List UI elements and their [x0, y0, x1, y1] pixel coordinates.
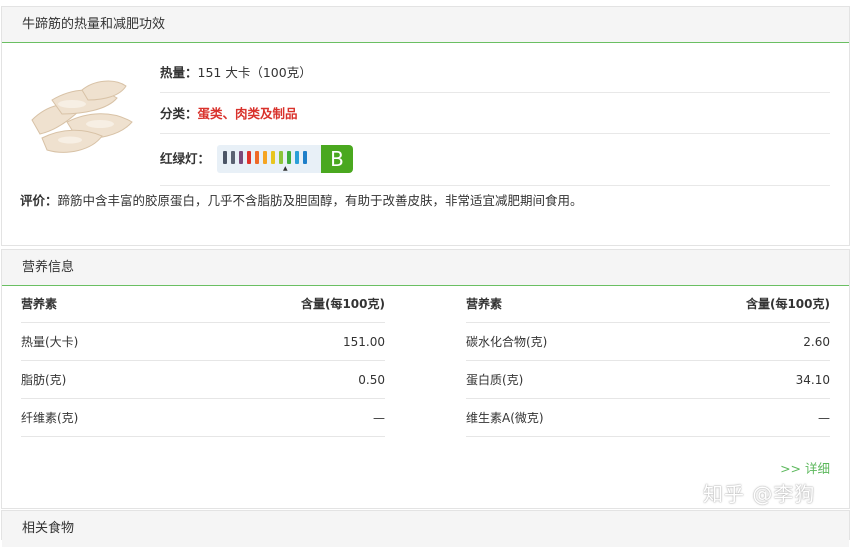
nutrition-panel-title: 营养信息: [2, 250, 849, 286]
related-foods-panel: 相关食物: [1, 510, 850, 547]
more-details-link[interactable]: >> 详细: [780, 458, 830, 477]
nutrient-name: 蛋白质(克): [466, 373, 524, 387]
category-label: 分类：: [160, 106, 198, 121]
calorie-row: 热量：151 大卡（100克）: [160, 53, 830, 93]
review-text: 蹄筋中含丰富的胶原蛋白，几乎不含脂肪及胆固醇，有助于改善皮肤，非常适宜减肥期间食…: [57, 193, 583, 208]
meter-bar-11: [303, 151, 307, 164]
table-header: 营养素 含量(每100克): [21, 285, 385, 323]
nutrient-value: 2.60: [803, 335, 830, 349]
nutrient-name: 维生素A(微克): [466, 411, 544, 425]
table-header: 营养素 含量(每100克): [466, 285, 830, 323]
column-header: 含量(每100克): [300, 297, 385, 311]
meter-bar-9: [287, 151, 291, 164]
nutrient-value: 34.10: [795, 373, 830, 387]
column-header: 营养素: [21, 297, 58, 311]
meter-bar-8: [279, 151, 283, 164]
nutrient-name: 热量(大卡): [21, 335, 79, 349]
food-image: [31, 80, 133, 153]
table-row: 蛋白质(克) 34.10: [466, 361, 830, 399]
food-panel-title: 牛蹄筋的热量和减肥功效: [2, 7, 849, 43]
meter-bar-7: [271, 151, 275, 164]
nutrient-value: —: [818, 411, 830, 425]
traffic-light-grade: B: [321, 145, 353, 173]
related-panel-title: 相关食物: [2, 511, 849, 547]
meter-bar-1: [223, 151, 227, 164]
meter-bar-4: [247, 151, 251, 164]
table-row: 碳水化合物(克) 2.60: [466, 323, 830, 361]
nutrient-value: 151.00: [343, 335, 385, 349]
table-row: 纤维素(克) —: [21, 399, 385, 437]
review-label: 评价：: [20, 193, 58, 208]
nutrient-value: —: [373, 411, 385, 425]
meter-bar-5: [255, 151, 259, 164]
column-header: 含量(每100克): [745, 297, 830, 311]
table-row: 热量(大卡) 151.00: [21, 323, 385, 361]
meter-bar-2: [231, 151, 235, 164]
nutrient-value: 0.50: [358, 373, 385, 387]
meter-pointer-icon: ▲: [283, 165, 288, 172]
category-value: 蛋类、肉类及制品: [197, 106, 298, 121]
watermark: 知乎 @李狗: [703, 482, 816, 506]
table-row: 脂肪(克) 0.50: [21, 361, 385, 399]
calorie-value: 151 大卡（100克）: [197, 65, 312, 80]
review: 评价：蹄筋中含丰富的胶原蛋白，几乎不含脂肪及胆固醇，有助于改善皮肤，非常适宜减肥…: [20, 190, 583, 212]
nutrient-name: 脂肪(克): [21, 373, 67, 387]
nutrient-name: 纤维素(克): [21, 411, 79, 425]
nutrition-table-left: 营养素 含量(每100克) 热量(大卡) 151.00 脂肪(克) 0.50 纤…: [21, 285, 385, 437]
meter-bar-3: [239, 151, 243, 164]
category-row: 分类：蛋类、肉类及制品: [160, 94, 830, 134]
traffic-light-meter: ▲: [217, 145, 321, 173]
nutrition-table-right: 营养素 含量(每100克) 碳水化合物(克) 2.60 蛋白质(克) 34.10…: [466, 285, 830, 437]
traffic-light-label: 红绿灯：: [160, 151, 211, 166]
meter-bar-6: [263, 151, 267, 164]
meter-bar-10: [295, 151, 299, 164]
calorie-label: 热量：: [160, 65, 198, 80]
table-row: 维生素A(微克) —: [466, 399, 830, 437]
column-header: 营养素: [466, 297, 503, 311]
nutrient-name: 碳水化合物(克): [466, 335, 548, 349]
